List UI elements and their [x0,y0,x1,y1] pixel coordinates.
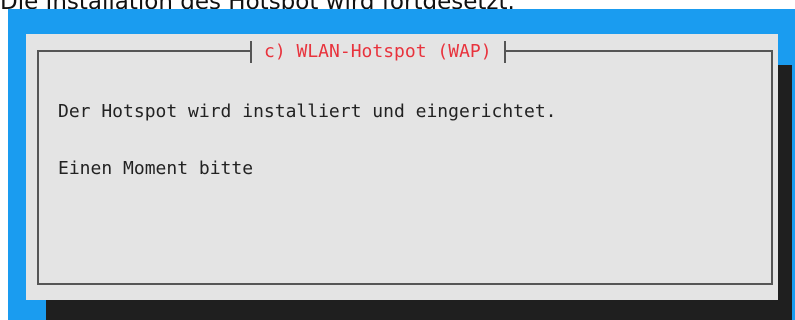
dialog-message-line-1: Der Hotspot wird installiert und eingeri… [58,101,557,122]
progress-dialog: c) WLAN-Hotspot (WAP) Der Hotspot wird i… [26,34,778,300]
terminal-window: c) WLAN-Hotspot (WAP) Der Hotspot wird i… [8,9,795,320]
title-right-separator [503,41,506,63]
page: Die Installation des Hotspot wird fortge… [0,0,795,320]
dialog-title: c) WLAN-Hotspot (WAP) [264,41,492,62]
dialog-message-line-2: Einen Moment bitte [58,158,254,179]
dialog-title-area: c) WLAN-Hotspot (WAP) [250,38,506,66]
